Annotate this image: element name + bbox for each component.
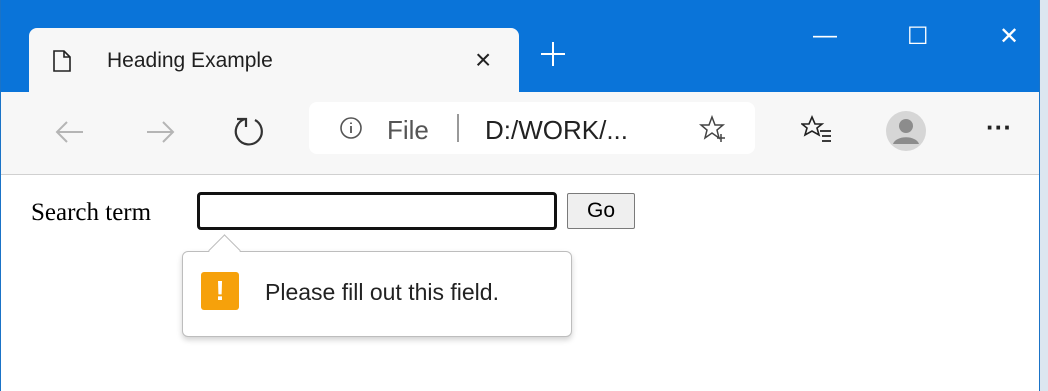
plus-icon[interactable] [539,40,567,68]
page-content: Search term Go ! Please fill out this fi… [1,175,1039,391]
settings-menu-button[interactable]: ··· [986,112,1012,143]
go-button[interactable]: Go [567,193,635,229]
star-add-icon[interactable] [699,114,729,144]
address-bar[interactable]: File D:/WORK/... [309,102,755,154]
tooltip-arrow [208,234,241,267]
validation-tooltip: ! Please fill out this field. [182,234,572,337]
profile-avatar-icon[interactable] [885,110,927,152]
address-separator [457,114,459,142]
maximize-button[interactable]: ☐ [907,22,929,51]
browser-toolbar: File D:/WORK/... ··· [1,92,1039,175]
validation-message: Please fill out this field. [265,279,499,305]
info-icon[interactable] [339,116,363,140]
tab-close-icon[interactable]: × [475,46,491,74]
address-scheme: File [387,115,429,145]
title-bar: Heading Example × — ☐ ✕ [1,0,1039,94]
arrow-right-icon[interactable] [143,114,179,150]
browser-window: Heading Example × — ☐ ✕ File D:/WORK/...… [0,0,1040,391]
minimize-button[interactable]: — [813,22,837,50]
tab-title: Heading Example [107,49,273,72]
page-icon [53,50,71,72]
search-term-label: Search term [31,199,152,226]
arrow-left-icon[interactable] [51,114,87,150]
address-url[interactable]: D:/WORK/... [485,115,628,146]
tab-heading-example[interactable]: Heading Example × [29,28,519,94]
favorites-list-icon[interactable] [801,114,833,146]
search-input[interactable] [197,192,557,230]
window-close-button[interactable]: ✕ [999,22,1019,51]
warning-icon: ! [201,272,239,310]
refresh-icon[interactable] [231,114,267,150]
